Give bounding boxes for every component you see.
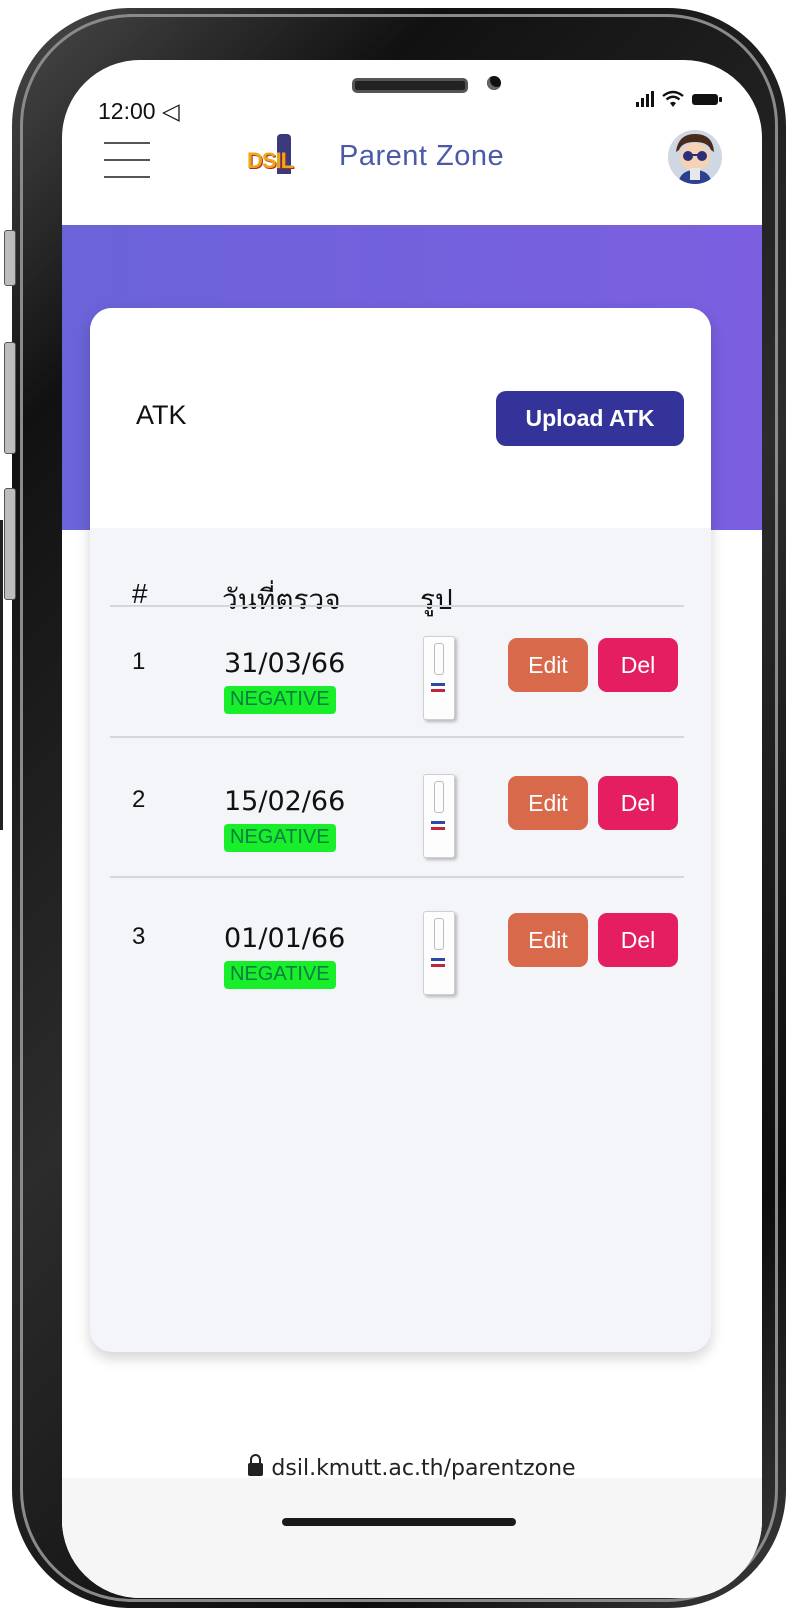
status-badge: NEGATIVE — [224, 824, 336, 852]
menu-icon[interactable] — [104, 142, 150, 178]
phone-screen: 12:00 ◁ DSIL Parent Zone ATK Upload ATK … — [62, 60, 762, 1598]
column-header-image: รูป — [420, 583, 453, 616]
avatar[interactable] — [668, 130, 722, 184]
atk-image-thumbnail[interactable] — [423, 911, 455, 995]
card-header: ATK Upload ATK — [90, 308, 711, 528]
row-date: 15/02/66 — [224, 786, 346, 817]
table-row: 3 01/01/66 NEGATIVE Edit Del — [90, 911, 711, 1053]
url-bar[interactable]: dsil.kmutt.ac.th/parentzone — [62, 1454, 762, 1481]
volume-up-button — [4, 342, 16, 454]
atk-card: ATK Upload ATK # วันที่ตรวจ รูป 1 31/03/… — [90, 308, 711, 1352]
atk-image-thumbnail[interactable] — [423, 774, 455, 858]
volume-down-button — [4, 488, 16, 600]
frame-edge-line — [0, 520, 3, 830]
edit-button[interactable]: Edit — [508, 776, 588, 830]
row-number: 1 — [132, 648, 146, 675]
wifi-icon — [662, 90, 684, 107]
table-row: 1 31/03/66 NEGATIVE Edit Del — [90, 636, 711, 778]
row-number: 2 — [132, 786, 146, 813]
atk-image-thumbnail[interactable] — [423, 636, 455, 720]
delete-button[interactable]: Del — [598, 638, 678, 692]
row-date: 31/03/66 — [224, 648, 346, 679]
app-title: Parent Zone — [339, 139, 505, 172]
browser-bottom-bar — [62, 1478, 762, 1598]
status-badge: NEGATIVE — [224, 686, 336, 714]
signal-icon — [636, 91, 654, 107]
home-indicator[interactable] — [282, 1518, 516, 1526]
column-header-test-date: วันที่ตรวจ — [222, 583, 341, 616]
upload-atk-button[interactable]: Upload ATK — [496, 391, 684, 446]
row-number: 3 — [132, 923, 146, 950]
speaker-notch — [352, 78, 468, 93]
delete-button[interactable]: Del — [598, 913, 678, 967]
status-icons — [636, 90, 722, 108]
table-row: 2 15/02/66 NEGATIVE Edit Del — [90, 774, 711, 916]
mute-switch — [4, 230, 16, 286]
avatar-image — [668, 130, 722, 184]
url-text: dsil.kmutt.ac.th/parentzone — [271, 1456, 576, 1481]
edit-button[interactable]: Edit — [508, 913, 588, 967]
row-divider — [110, 736, 684, 738]
edit-button[interactable]: Edit — [508, 638, 588, 692]
battery-icon — [692, 93, 722, 105]
card-title: ATK — [136, 400, 187, 430]
status-time: 12:00 ◁ — [98, 98, 180, 124]
header-divider — [110, 605, 684, 607]
front-camera — [487, 76, 501, 90]
row-divider — [110, 876, 684, 878]
dsil-logo: DSIL — [247, 134, 317, 178]
brand[interactable]: DSIL Parent Zone — [247, 134, 504, 178]
row-date: 01/01/66 — [224, 923, 346, 954]
delete-button[interactable]: Del — [598, 776, 678, 830]
lock-icon — [248, 1454, 264, 1476]
status-badge: NEGATIVE — [224, 961, 336, 989]
